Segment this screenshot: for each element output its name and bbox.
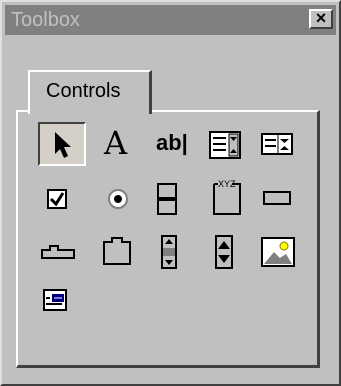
title-bar[interactable]: Toolbox × bbox=[5, 5, 336, 35]
window-title: Toolbox bbox=[11, 9, 80, 31]
listbox-icon bbox=[261, 133, 293, 155]
tool-listbox[interactable] bbox=[258, 122, 306, 166]
tool-option-button[interactable] bbox=[98, 178, 146, 222]
tab-controls[interactable]: Controls bbox=[28, 70, 152, 114]
tool-command-button[interactable] bbox=[258, 178, 306, 222]
refedit-icon bbox=[43, 289, 67, 311]
combobox-icon bbox=[209, 131, 241, 159]
textbox-ab-icon: ab| bbox=[156, 130, 188, 155]
command-button-icon bbox=[263, 191, 291, 205]
tool-combobox[interactable] bbox=[206, 122, 254, 166]
tool-textbox[interactable]: ab| bbox=[152, 122, 200, 166]
toggle-button-icon bbox=[157, 183, 177, 215]
image-icon bbox=[261, 237, 295, 267]
frame-icon: XYZ bbox=[213, 179, 241, 215]
option-button-icon bbox=[108, 189, 128, 209]
tabstrip-icon bbox=[41, 245, 75, 259]
tool-select-objects[interactable] bbox=[38, 122, 86, 166]
checkbox-icon bbox=[47, 189, 67, 209]
controls-panel: A ab| XYZ bbox=[16, 110, 320, 368]
tool-refedit[interactable] bbox=[38, 284, 86, 328]
tool-multipage[interactable] bbox=[98, 230, 146, 274]
toolbox-window: Toolbox × Controls A ab| XYZ bbox=[0, 0, 341, 386]
tool-toggle-button[interactable] bbox=[152, 178, 200, 222]
spin-button-icon bbox=[215, 235, 233, 269]
tool-image[interactable] bbox=[258, 230, 306, 274]
tool-scrollbar[interactable] bbox=[152, 230, 200, 274]
close-icon: × bbox=[315, 8, 327, 28]
close-button[interactable]: × bbox=[309, 8, 333, 29]
tool-frame[interactable]: XYZ bbox=[206, 178, 254, 222]
tab-label: Controls bbox=[46, 80, 121, 102]
scrollbar-icon bbox=[161, 235, 177, 269]
tool-label[interactable]: A bbox=[98, 122, 146, 166]
svg-text:XYZ: XYZ bbox=[218, 179, 236, 189]
tool-spin-button[interactable] bbox=[206, 230, 254, 274]
arrow-pointer-icon bbox=[55, 132, 71, 158]
multipage-icon bbox=[103, 237, 131, 265]
tool-checkbox[interactable] bbox=[38, 178, 86, 222]
tool-tabstrip[interactable] bbox=[38, 230, 86, 274]
label-a-icon: A bbox=[104, 124, 128, 162]
